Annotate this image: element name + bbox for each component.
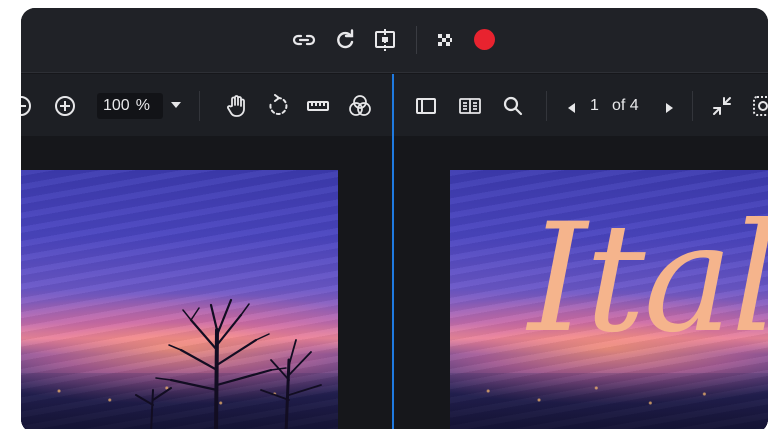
fit-icon[interactable] [751, 94, 768, 118]
record-icon[interactable] [474, 29, 495, 50]
photo-city-lights [450, 373, 768, 429]
two-page-icon[interactable] [458, 94, 482, 118]
viewer-toolbar: 100% 1 of 4 [21, 74, 768, 136]
zoom-value: 100 [103, 97, 130, 114]
toolbar-divider [199, 91, 200, 121]
tree-silhouette [135, 298, 322, 429]
toolbar-divider [692, 91, 693, 121]
link-icon[interactable] [291, 28, 317, 52]
sidebar-icon[interactable] [414, 94, 438, 118]
zoom-out-icon[interactable] [21, 94, 33, 118]
checkerboard-icon[interactable] [432, 28, 458, 52]
toolbar-divider [546, 91, 547, 121]
color-channels-icon[interactable] [348, 94, 372, 118]
page-current[interactable]: 1 [590, 95, 599, 117]
compare-split-handle[interactable] [392, 74, 394, 429]
refresh-icon[interactable] [332, 28, 358, 52]
prev-page-icon[interactable] [568, 103, 575, 113]
chevron-down-icon[interactable] [171, 102, 181, 108]
collapse-icon[interactable] [710, 94, 734, 118]
top-bar [21, 8, 768, 73]
ruler-icon[interactable] [306, 94, 330, 118]
page-preview-left [21, 170, 338, 429]
hand-icon[interactable] [225, 94, 249, 118]
zoom-in-icon[interactable] [53, 94, 77, 118]
rotate-icon[interactable] [266, 94, 290, 118]
page-total: of 4 [612, 97, 639, 114]
app-window: 100% 1 of 4 Ita [21, 8, 768, 429]
search-icon[interactable] [501, 94, 525, 118]
page-preview-right: Italy [450, 170, 768, 429]
compare-icon[interactable] [372, 28, 398, 52]
topbar-divider [416, 26, 417, 54]
document-title-text: Italy [528, 192, 768, 366]
zoom-unit: % [135, 97, 150, 114]
next-page-icon[interactable] [666, 103, 673, 113]
zoom-level-field[interactable]: 100% [97, 93, 163, 119]
